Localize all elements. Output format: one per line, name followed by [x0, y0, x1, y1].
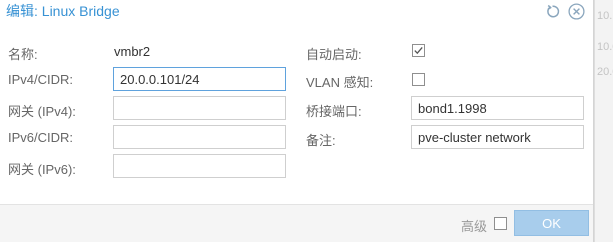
bridge-ports-input[interactable]	[411, 96, 584, 120]
name-label: 名称:	[8, 47, 38, 62]
advanced-checkbox[interactable]	[494, 217, 507, 230]
gateway-ipv4-label: 网关 (IPv4):	[8, 104, 76, 119]
advanced-label: 高级	[461, 219, 488, 234]
gateway-ipv4-input[interactable]	[113, 96, 286, 120]
background-row-text: 10.0	[597, 41, 613, 53]
autostart-checkbox[interactable]	[412, 44, 425, 57]
close-icon[interactable]	[565, 0, 587, 22]
reset-icon[interactable]	[542, 0, 562, 22]
ipv4-cidr-input[interactable]	[113, 67, 286, 91]
bridge-ports-label: 桥接端口:	[306, 104, 362, 119]
name-value: vmbr2	[114, 44, 151, 59]
autostart-label: 自动启动:	[306, 47, 362, 62]
vlan-aware-label: VLAN 感知:	[306, 75, 374, 90]
dialog-body: 名称: vmbr2 IPv4/CIDR: 网关 (IPv4): IPv6/CID…	[0, 26, 593, 204]
ipv4-cidr-label: IPv4/CIDR:	[8, 72, 74, 87]
dialog-title: 编辑: Linux Bridge	[6, 3, 120, 19]
comment-input[interactable]	[411, 125, 584, 149]
gateway-ipv6-label: 网关 (IPv6):	[8, 162, 76, 177]
ipv6-cidr-label: IPv6/CIDR:	[8, 130, 74, 145]
background-window	[594, 0, 613, 242]
background-row-text: 20.0	[597, 66, 613, 78]
dialog-title-bar: 编辑: Linux Bridge	[0, 0, 593, 26]
edit-linux-bridge-dialog: 编辑: Linux Bridge 名称: vmbr2 IPv4/CIDR: 网关…	[0, 0, 594, 242]
gateway-ipv6-input[interactable]	[113, 154, 286, 178]
ok-button[interactable]: OK	[514, 210, 589, 236]
vlan-aware-checkbox[interactable]	[412, 73, 425, 86]
checkmark-icon	[414, 46, 423, 55]
comment-label: 备注:	[306, 133, 336, 148]
background-row-text: 10.	[597, 10, 613, 22]
dialog-footer: 高级 OK	[0, 204, 593, 242]
ipv6-cidr-input[interactable]	[113, 125, 286, 149]
